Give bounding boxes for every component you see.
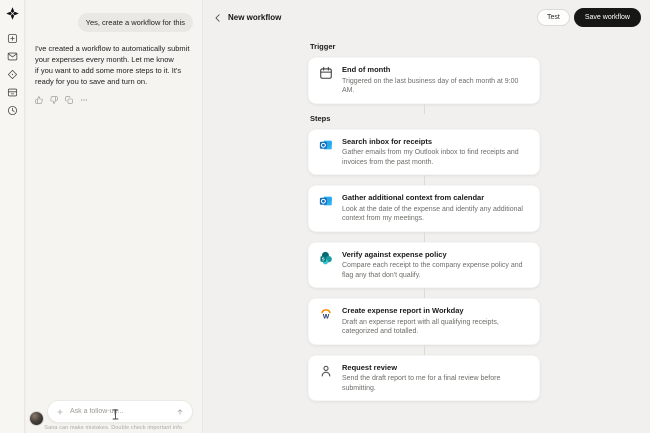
card-description: Look at the date of the expense and iden… [342, 205, 523, 223]
card-body: End of month Triggered on the last busine… [342, 65, 529, 96]
message-actions [35, 96, 193, 104]
history-icon[interactable] [7, 105, 18, 116]
header-actions: Test Save workflow [537, 8, 641, 27]
card-body: Search inbox for receipts Gather emails f… [342, 137, 529, 168]
card-title: Verify against expense policy [342, 249, 447, 259]
workday-icon: W [319, 307, 333, 321]
card-title: Request review [342, 362, 398, 372]
assistant-message: I've created a workflow to automatically… [35, 44, 190, 86]
outlook-icon [319, 194, 333, 208]
svg-text:S: S [322, 256, 325, 261]
calendar-icon [319, 66, 333, 80]
card-title: End of month [342, 65, 391, 74]
workflow-header: New workflow Test Save workflow [213, 8, 641, 27]
card-description: Draft an expense report with all qualify… [342, 318, 499, 336]
connector-line [423, 344, 425, 355]
section-label-trigger: Trigger [310, 42, 336, 51]
thumbs-up-icon[interactable] [35, 96, 43, 104]
connector-line [423, 231, 425, 242]
card-description: Gather emails from my Outlook inbox to f… [342, 149, 519, 166]
inbox-icon[interactable] [7, 51, 18, 62]
card-body: Request review Send the draft report to m… [342, 363, 529, 394]
attach-plus-icon[interactable] [56, 408, 64, 416]
connector-line [423, 288, 425, 298]
connector-line [423, 103, 425, 114]
sharepoint-icon: S [319, 251, 333, 265]
workflow-card[interactable]: Search inbox for receipts Gather emails f… [308, 128, 540, 175]
icon-sidebar [0, 0, 25, 433]
workflow-card[interactable]: Request review Send the draft report to m… [308, 354, 540, 401]
user-message-bubble: Yes, create a workflow for this [77, 13, 193, 32]
card-title: Search inbox for receipts [342, 136, 433, 146]
card-title: Gather additional context from calendar [342, 193, 485, 202]
chat-panel: Yes, create a workflow for this I've cre… [26, 0, 203, 433]
workflow-title: New workflow [228, 13, 282, 22]
card-body: Create expense report in Workday Draft an… [342, 306, 529, 337]
connector-line [423, 175, 425, 185]
chat-messages: Yes, create a workflow for this I've cre… [26, 0, 202, 104]
save-workflow-button[interactable]: Save workflow [573, 8, 641, 27]
new-chat-icon[interactable] [7, 33, 18, 44]
follow-up-input[interactable] [70, 408, 170, 415]
workflow-card[interactable]: W Create expense report in Workday Draft a… [308, 298, 540, 345]
workflow-card[interactable]: S Verify against expense policy Compare ea… [308, 241, 540, 288]
card-body: Verify against expense policy Compare eac… [342, 250, 529, 281]
card-title: Create expense report in Workday [342, 306, 464, 315]
library-icon[interactable] [7, 87, 18, 98]
workflow-panel: New workflow Test Save workflow Trigger E… [204, 0, 650, 433]
person-icon [319, 364, 333, 378]
copy-icon[interactable] [65, 96, 73, 104]
test-button[interactable]: Test [537, 9, 570, 26]
user-avatar[interactable] [29, 411, 44, 426]
svg-text:W: W [323, 313, 330, 320]
sana-logo-icon[interactable] [5, 7, 19, 20]
thumbs-down-icon[interactable] [50, 96, 58, 104]
send-arrow-icon[interactable] [176, 408, 184, 416]
card-body: Gather additional context from calendar L… [342, 193, 529, 224]
user-message-row: Yes, create a workflow for this [35, 13, 193, 32]
workflow-card[interactable]: End of month Triggered on the last busine… [308, 57, 540, 104]
more-icon[interactable] [80, 96, 88, 104]
outlook-icon [319, 138, 333, 152]
workflow-card[interactable]: Gather additional context from calendar L… [308, 185, 540, 232]
follow-up-input-bar [47, 400, 193, 423]
app-window: Yes, create a workflow for this I've cre… [0, 0, 650, 433]
agents-icon[interactable] [7, 69, 18, 80]
card-description: Compare each receipt to the company expe… [342, 262, 523, 279]
card-description: Triggered on the last business day of ea… [342, 77, 519, 95]
disclaimer-text: Sana can make mistakes. Double check imp… [44, 425, 184, 431]
card-description: Send the draft report to me for a final … [342, 375, 501, 392]
back-chevron-icon[interactable] [213, 13, 223, 23]
workflow-canvas: Trigger End of month Triggered on the last… [308, 42, 540, 401]
sidebar-nav [7, 33, 18, 116]
section-label-steps: Steps [310, 113, 331, 123]
